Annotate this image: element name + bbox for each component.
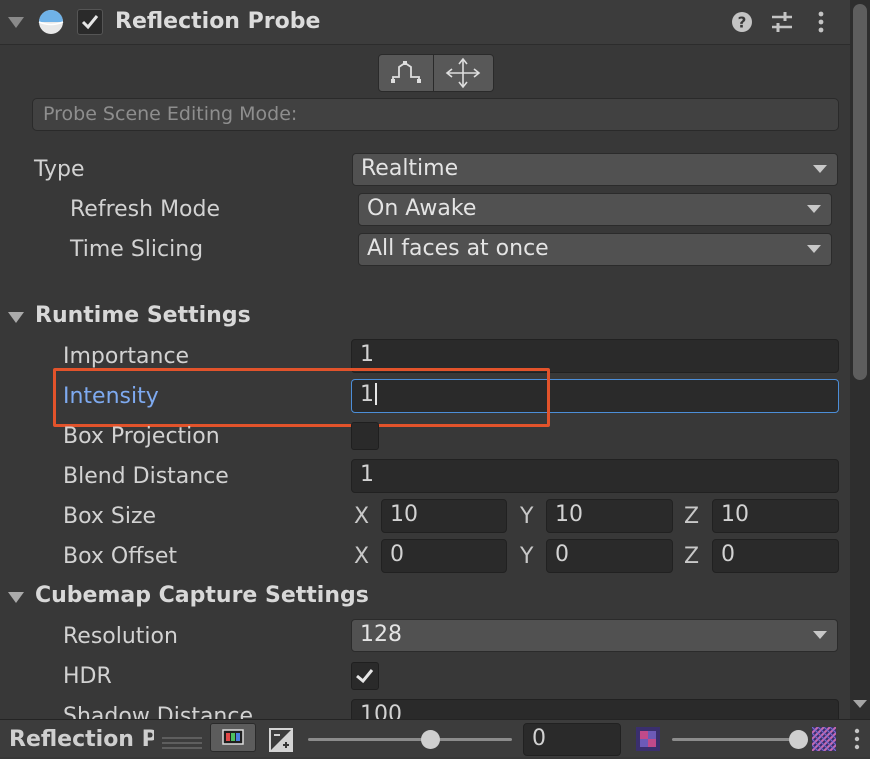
check-icon [81, 15, 99, 30]
box-size-y-label: Y [520, 504, 534, 529]
box-projection-toggle[interactable] [351, 422, 379, 450]
refresh-mode-value: On Awake [367, 196, 477, 221]
enabled-checkbox[interactable] [77, 9, 103, 35]
box-offset-x-label: X [354, 544, 370, 569]
mip-high-icon [811, 726, 837, 752]
type-label: Type [34, 157, 85, 182]
box-offset-label: Box Offset [63, 544, 177, 569]
exposure-slider-thumb[interactable] [420, 730, 440, 749]
chevron-down-icon [807, 245, 821, 253]
type-dropdown[interactable]: Realtime [352, 153, 838, 186]
color-channels-button[interactable] [210, 723, 256, 752]
runtime-settings-title[interactable]: Runtime Settings [35, 302, 251, 330]
type-dropdown-value: Realtime [361, 156, 459, 181]
chevron-down-icon [813, 631, 827, 639]
edit-bounds-button[interactable] [379, 55, 434, 91]
importance-label: Importance [63, 344, 190, 369]
resolution-label: Resolution [63, 624, 178, 649]
box-size-z-field[interactable]: 10 [712, 499, 839, 533]
box-size-x-field[interactable]: 10 [381, 499, 507, 533]
time-slicing-value: All faces at once [367, 236, 549, 261]
box-size-z-label: Z [684, 504, 700, 529]
move-icon [445, 57, 481, 89]
reflection-probe-icon [38, 9, 64, 35]
preview-more-options-icon[interactable] [851, 727, 863, 751]
header-foldout-arrow[interactable] [8, 17, 24, 28]
hdr-toggle[interactable] [351, 662, 379, 690]
scroll-down-arrow-icon[interactable] [853, 700, 867, 708]
refresh-mode-dropdown[interactable]: On Awake [358, 193, 832, 226]
rgb-channels-icon [222, 729, 244, 745]
component-title: Reflection Probe [115, 9, 321, 34]
chevron-down-icon [813, 165, 827, 173]
highlight-box [53, 368, 550, 427]
box-size-y-field[interactable]: 10 [546, 499, 673, 533]
box-offset-y-field[interactable]: 0 [546, 539, 673, 573]
scrollbar-thumb[interactable] [853, 4, 867, 380]
box-size-x-label: X [354, 504, 370, 529]
resolution-value: 128 [360, 622, 402, 647]
resolution-dropdown[interactable]: 128 [351, 619, 838, 652]
blend-distance-field[interactable]: 1 [351, 459, 839, 493]
mip-slider-track[interactable] [672, 738, 800, 741]
preview-title[interactable]: Reflection Pr [9, 726, 154, 754]
cubemap-settings-foldout-arrow[interactable] [8, 592, 24, 603]
editing-mode-label: Probe Scene Editing Mode: [43, 103, 298, 125]
box-offset-z-field[interactable]: 0 [712, 539, 839, 573]
hdr-label: HDR [63, 664, 112, 689]
help-icon[interactable]: ? [731, 11, 753, 33]
runtime-settings-foldout-arrow[interactable] [8, 312, 24, 323]
drag-handle-icon[interactable] [162, 731, 202, 749]
presets-icon[interactable] [770, 11, 794, 33]
time-slicing-dropdown[interactable]: All faces at once [358, 233, 832, 266]
exposure-slider-track[interactable] [308, 738, 512, 741]
exposure-icon [268, 727, 294, 753]
blend-distance-label: Blend Distance [63, 464, 229, 489]
edit-bounds-icon [391, 61, 421, 83]
box-offset-x-field[interactable]: 0 [381, 539, 507, 573]
refresh-mode-label: Refresh Mode [70, 197, 221, 222]
move-origin-button[interactable] [434, 55, 493, 91]
time-slicing-label: Time Slicing [70, 237, 204, 262]
box-offset-y-label: Y [520, 544, 534, 569]
exposure-value-field[interactable]: 0 [523, 723, 621, 756]
more-options-icon[interactable] [815, 10, 827, 34]
chevron-down-icon [807, 205, 821, 213]
box-projection-label: Box Projection [63, 424, 220, 449]
check-icon [356, 669, 374, 684]
mip-slider-thumb[interactable] [788, 730, 808, 749]
svg-text:?: ? [738, 14, 747, 32]
cubemap-settings-title[interactable]: Cubemap Capture Settings [35, 582, 369, 610]
box-size-label: Box Size [63, 504, 157, 529]
mip-low-icon [636, 727, 660, 751]
box-offset-z-label: Z [684, 544, 700, 569]
